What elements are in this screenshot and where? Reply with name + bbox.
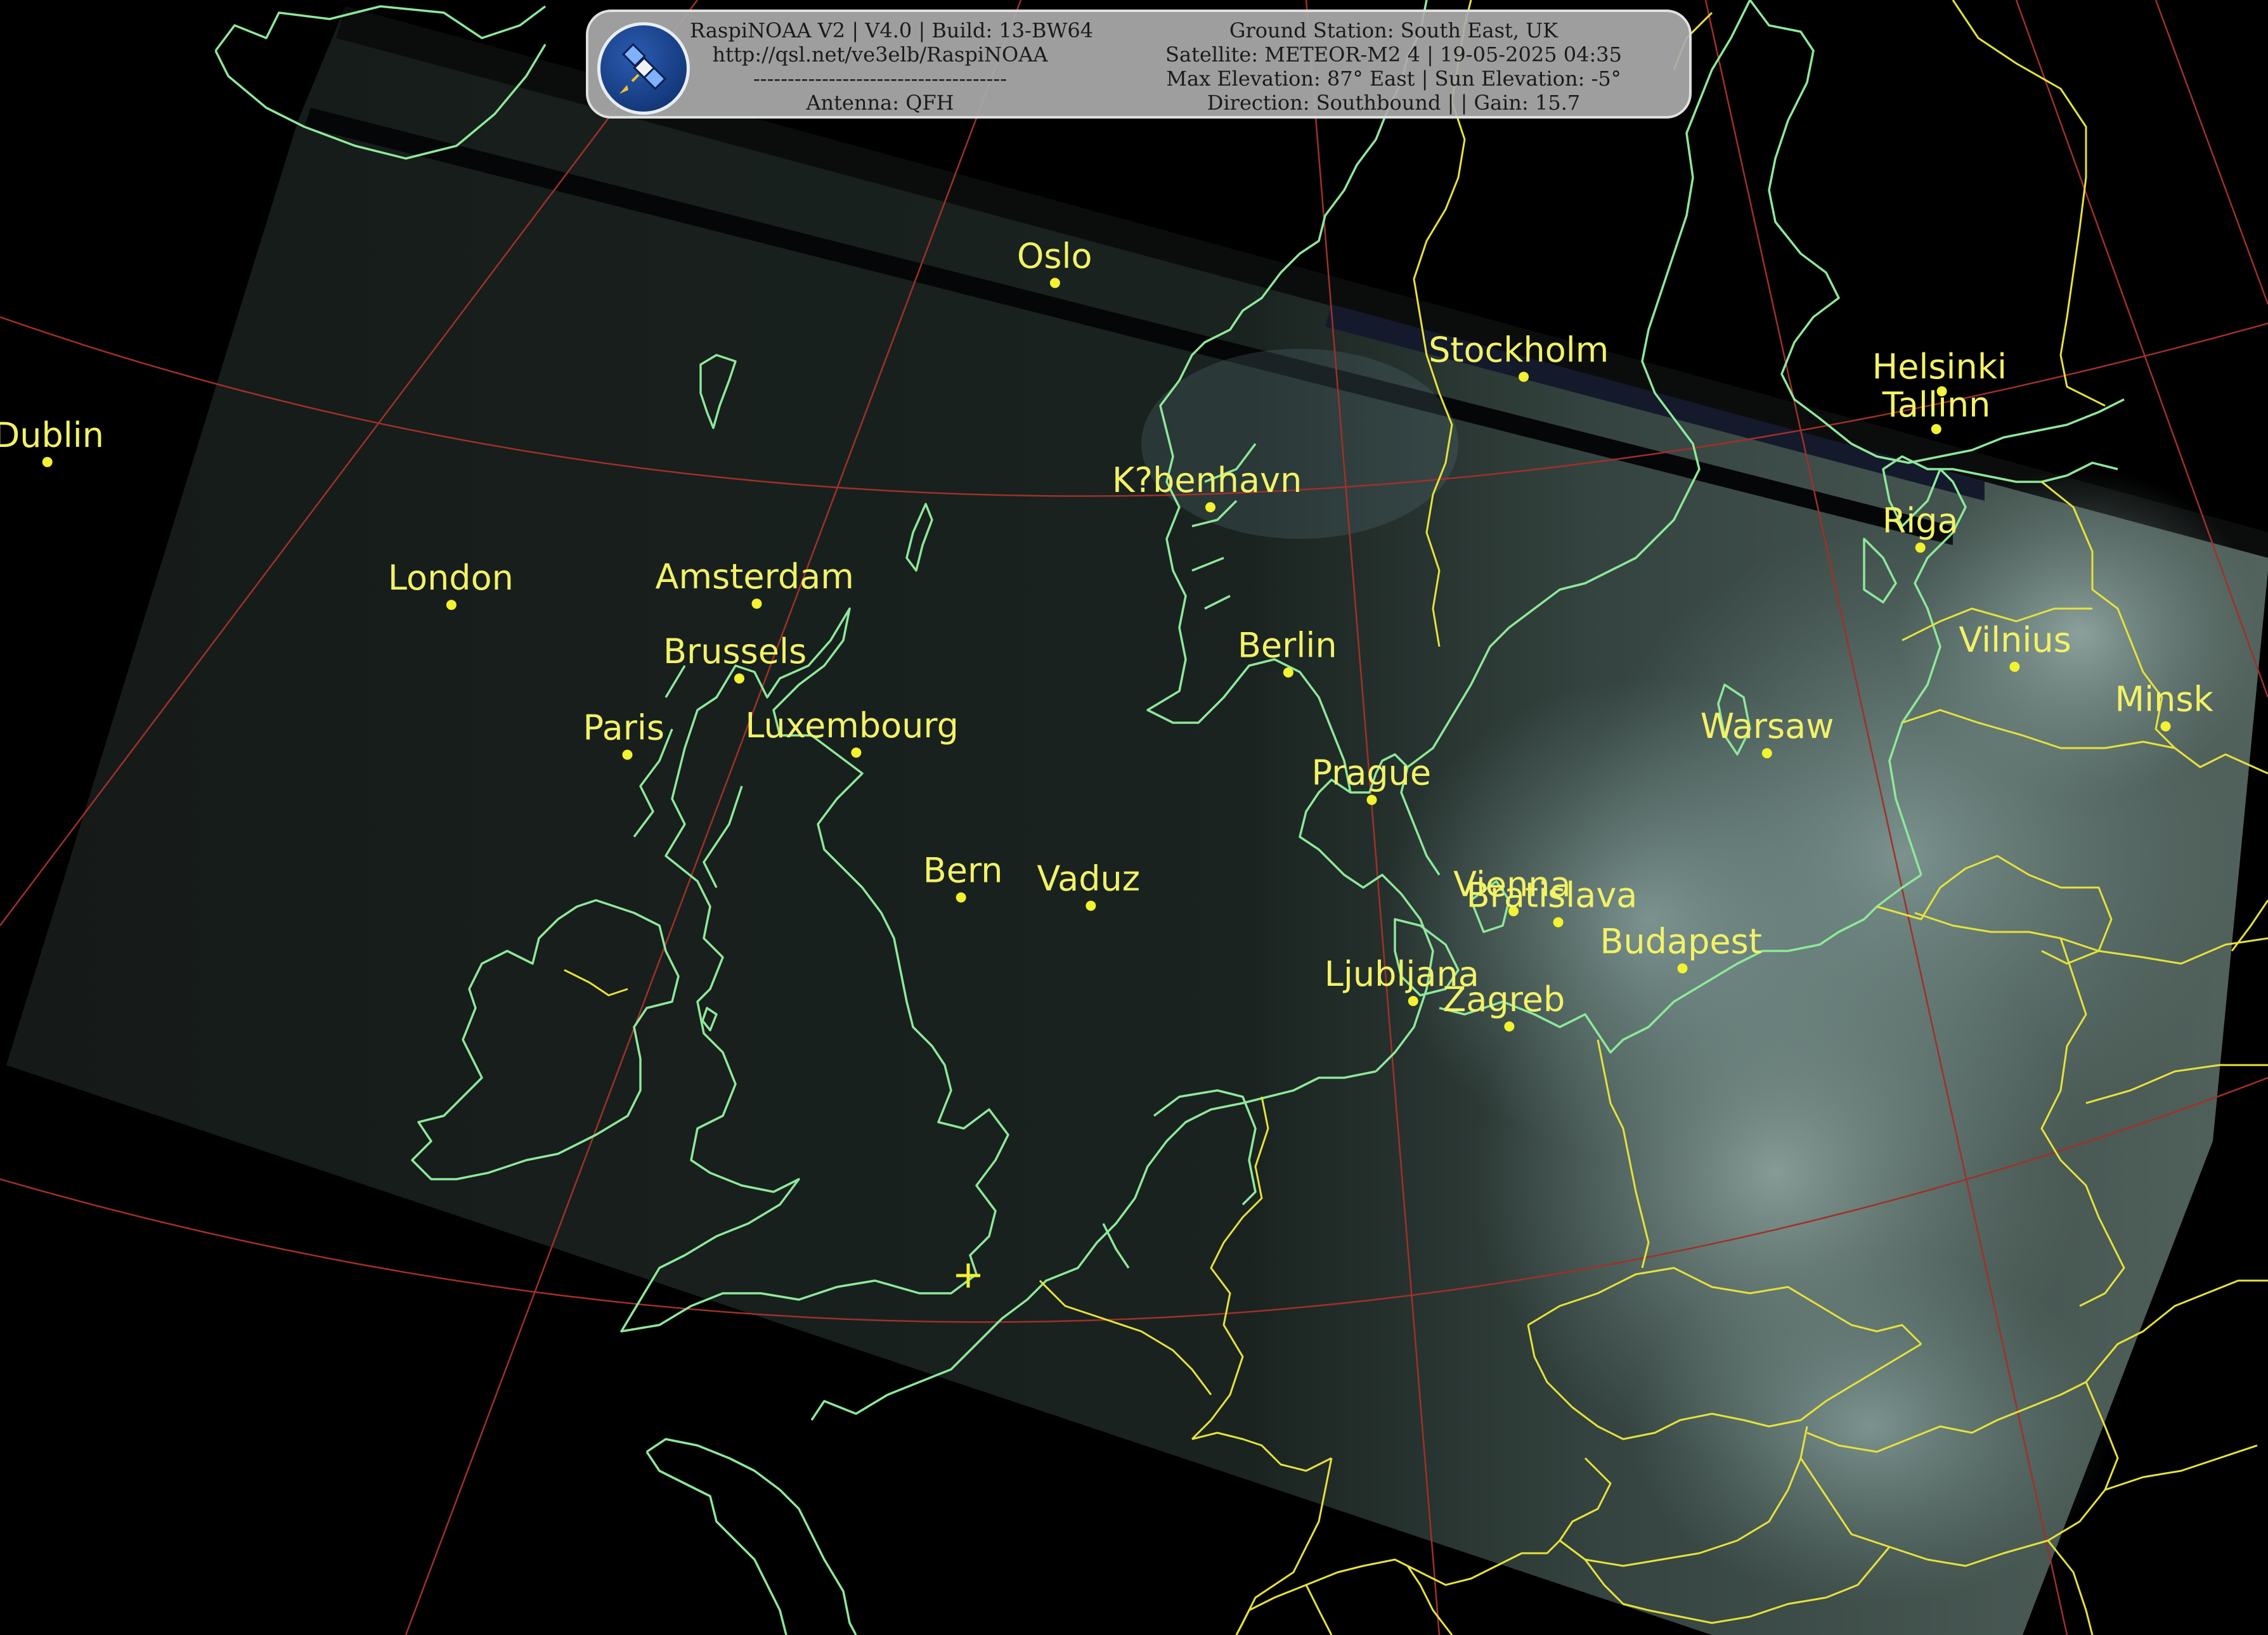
city-dot (1519, 372, 1529, 382)
city-label: K?benhavn (1112, 460, 1302, 500)
city-label: Minsk (2115, 680, 2214, 720)
city-label: Paris (583, 708, 665, 748)
city-dot (2160, 721, 2171, 732)
header-right-text: Ground Station: South East, UK Satellite… (1121, 18, 1666, 115)
city-dot (42, 456, 53, 467)
city-dot (1205, 502, 1215, 513)
city-dot (751, 598, 762, 609)
city-label: Budapest (1600, 922, 1762, 962)
city-label: Brussels (663, 631, 807, 671)
city-label: Helsinki (1872, 347, 2007, 387)
city-dot (1085, 900, 1096, 911)
satellite-map: Reykjav?kHelsinkiTallinnOsloStockholmRig… (0, 0, 2268, 1635)
city-dot (734, 673, 744, 684)
city-label: Riga (1882, 501, 1959, 541)
city-label: Tallinn (1882, 385, 1991, 425)
city-label: Prague (1312, 753, 1432, 793)
city-dot (1915, 542, 1926, 553)
city-label: Vilnius (1959, 620, 2071, 660)
city-label: Bratislava (1467, 876, 1638, 915)
city-label: Oslo (1017, 236, 1092, 276)
header-app-version: RaspiNOAA V2 | V4.0 | Build: 13-BW64 (690, 18, 1094, 42)
header-ground-station: Ground Station: South East, UK (1229, 18, 1558, 42)
city-label: Dublin (0, 415, 104, 455)
city-dot (1677, 963, 1688, 974)
header-elevation: Max Elevation: 87° East | Sun Elevation:… (1166, 67, 1621, 91)
city-dot (622, 749, 633, 760)
city-dot (1931, 423, 1941, 434)
city-dot (1366, 794, 1377, 805)
city-label: Stockholm (1429, 330, 1609, 370)
city-label: London (388, 558, 514, 598)
city-dot (446, 600, 457, 611)
city-label: Zagreb (1442, 979, 1565, 1019)
city-dot (1049, 278, 1060, 288)
city-label: Bern (923, 851, 1003, 891)
city-dot (851, 747, 862, 758)
header-divider: ------------------------------------- (753, 67, 1008, 91)
city-dot (1504, 1021, 1515, 1032)
city-dot (956, 892, 966, 903)
city-label: Vaduz (1037, 859, 1140, 899)
header-url: http://qsl.net/ve3elb/RaspiNOAA (712, 42, 1048, 67)
header-satellite: Satellite: METEOR-M2 4 | 19-05-2025 04:3… (1165, 42, 1622, 67)
city-label: Luxembourg (745, 706, 959, 746)
header-antenna: Antenna: QFH (806, 91, 954, 115)
pass-info-header: RaspiNOAA V2 | V4.0 | Build: 13-BW64 htt… (586, 10, 1692, 119)
city-label: Warsaw (1701, 706, 1834, 746)
satellite-pass-image (6, 6, 2268, 1635)
city-dot (1761, 748, 1772, 759)
city-label: Berlin (1238, 626, 1337, 666)
city-dot (2009, 661, 2020, 672)
city-dot (1283, 667, 1293, 678)
city-dot (1553, 917, 1564, 927)
city-label: Amsterdam (656, 557, 854, 597)
city-dot (1408, 996, 1418, 1006)
header-left-text: RaspiNOAA V2 | V4.0 | Build: 13-BW64 htt… (690, 18, 1094, 115)
satellite-icon (597, 22, 690, 115)
header-direction-gain: Direction: Southbound | | Gain: 15.7 (1207, 91, 1581, 115)
